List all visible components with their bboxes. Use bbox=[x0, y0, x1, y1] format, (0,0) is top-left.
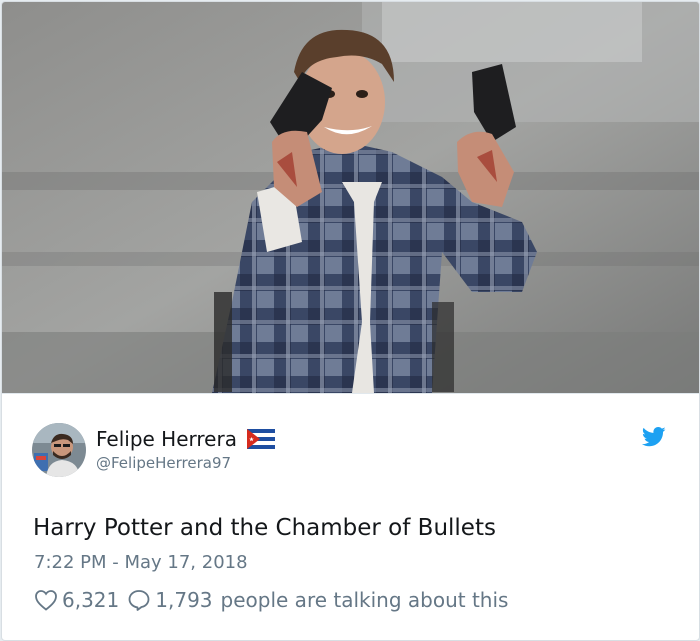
tweet-text: Harry Potter and the Chamber of Bullets bbox=[33, 515, 496, 541]
author-name-row: Felipe Herrera bbox=[96, 427, 275, 451]
avatar[interactable] bbox=[32, 423, 86, 477]
speech-bubble-icon bbox=[128, 590, 150, 611]
heart-icon bbox=[35, 590, 57, 611]
tweet-header: Felipe Herrera @FelipeHerrera97 bbox=[32, 423, 672, 483]
tweet-stats: 6,321 1,793 people are talking about thi… bbox=[34, 588, 508, 612]
like-stat[interactable]: 6,321 bbox=[34, 588, 119, 612]
author-handle[interactable]: @FelipeHerrera97 bbox=[96, 454, 231, 472]
talking-about-text[interactable]: people are talking about this bbox=[221, 588, 509, 612]
tweet-card: Felipe Herrera @FelipeHerrera97 Harry Po… bbox=[1, 1, 700, 641]
tweet-timestamp[interactable]: 7:22 PM - May 17, 2018 bbox=[34, 552, 248, 573]
author-name[interactable]: Felipe Herrera bbox=[96, 427, 237, 451]
twitter-bird-icon[interactable] bbox=[641, 427, 666, 447]
reply-stat[interactable]: 1,793 bbox=[127, 588, 213, 612]
reply-count: 1,793 bbox=[155, 588, 213, 612]
tweet-photo[interactable] bbox=[2, 2, 699, 394]
cuba-flag-icon bbox=[246, 429, 275, 449]
like-count: 6,321 bbox=[62, 588, 120, 612]
